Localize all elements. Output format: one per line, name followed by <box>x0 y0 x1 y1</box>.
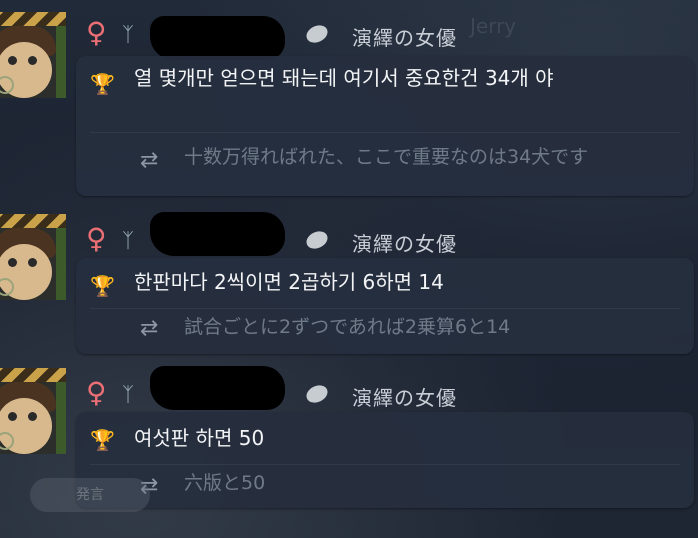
role-label: 演繹の女優 <box>352 26 457 50</box>
trophy-icon: 🏆 <box>90 274 115 298</box>
divider <box>90 308 680 309</box>
role-label: 演繹の女優 <box>352 386 457 410</box>
translation-text: 十数万得ればれた、ここで重要なのは34犬です <box>184 146 589 168</box>
divider <box>90 464 680 465</box>
translation-text: 試合ごとに2ずつであれば2乗算6と14 <box>184 316 511 338</box>
message-bubble[interactable]: 🏆 한판마다 2씩이면 2곱하기 6하면 14 ⇄ 試合ごとに2ずつであれば2乗… <box>76 258 694 354</box>
divider <box>90 132 680 133</box>
message-header: ♀ ᛉ 演繹の女優 <box>0 14 698 60</box>
antler-icon: ᛉ <box>122 228 134 252</box>
redacted-username <box>150 366 285 410</box>
redacted-username <box>150 16 285 60</box>
female-icon: ♀ <box>86 16 107 49</box>
role-pill-icon <box>303 382 331 406</box>
role-pill-icon <box>303 22 331 46</box>
translate-icon[interactable]: ⇄ <box>140 316 158 341</box>
message-bubble[interactable]: 🏆 열 몇개만 얻으면 돼는데 여기서 중요한건 34개 야 ⇄ 十数万得ればれ… <box>76 56 694 196</box>
message-header: ♀ ᛉ 演繹の女優 <box>0 366 698 414</box>
antler-icon: ᛉ <box>122 22 134 46</box>
female-icon: ♀ <box>86 222 107 255</box>
female-icon: ♀ <box>86 376 107 409</box>
background-button[interactable]: 発言 <box>30 478 150 512</box>
message-text: 열 몇개만 얻으면 돼는데 여기서 중요한건 34개 야 <box>134 66 554 90</box>
role-label: 演繹の女優 <box>352 232 457 256</box>
redacted-username <box>150 212 285 256</box>
translate-icon[interactable]: ⇄ <box>140 148 158 173</box>
antler-icon: ᛉ <box>122 382 134 406</box>
message-text: 여섯판 하면 50 <box>134 426 265 450</box>
trophy-icon: 🏆 <box>90 428 115 452</box>
message-text: 한판마다 2씩이면 2곱하기 6하면 14 <box>134 270 444 294</box>
trophy-icon: 🏆 <box>90 72 115 96</box>
role-pill-icon <box>303 228 331 252</box>
message-header: ♀ ᛉ 演繹の女優 <box>0 212 698 260</box>
translation-text: 六版と50 <box>184 472 266 494</box>
message-bubble[interactable]: 🏆 여섯판 하면 50 ⇄ 六版と50 <box>76 412 694 508</box>
